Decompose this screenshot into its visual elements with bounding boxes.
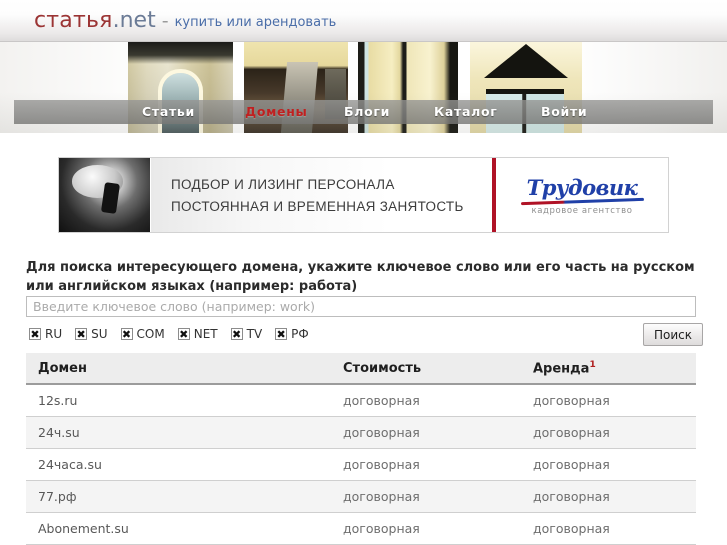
column-header-domain[interactable]: Домен bbox=[26, 353, 331, 386]
cell-price: договорная bbox=[331, 512, 521, 545]
logo-tagline: купить или арендовать bbox=[174, 15, 337, 30]
tld-checkbox-com[interactable]: ✖ COM bbox=[120, 327, 165, 341]
tld-label-com: COM bbox=[136, 327, 165, 341]
nav-item-login[interactable]: Войти bbox=[541, 104, 587, 119]
logo-dash: - bbox=[161, 10, 169, 32]
tld-label-rf: РФ bbox=[291, 327, 309, 341]
column-header-price[interactable]: Стоимость bbox=[331, 353, 521, 386]
cell-rent: договорная bbox=[521, 416, 696, 450]
tld-checkbox-net[interactable]: ✖ NET bbox=[177, 327, 218, 341]
table-row[interactable]: Abonement.su договорная договорная bbox=[26, 512, 696, 545]
checkbox-checked-icon[interactable]: ✖ bbox=[29, 328, 41, 340]
ad-headline-1: ПОДБОР И ЛИЗИНГ ПЕРСОНАЛА bbox=[171, 176, 395, 192]
site-header: статья .net - купить или арендовать bbox=[0, 0, 727, 42]
search-button[interactable]: Поиск bbox=[642, 323, 703, 346]
checkbox-checked-icon[interactable]: ✖ bbox=[275, 328, 288, 340]
nav-item-catalog[interactable]: Каталог bbox=[434, 104, 498, 119]
ad-agency-subtitle: кадровое агентство bbox=[531, 205, 633, 216]
checkbox-checked-icon[interactable]: ✖ bbox=[230, 328, 243, 340]
ad-agency-logo: Трудовик кадровое агентство bbox=[496, 158, 668, 232]
tld-filter-group: ✖ RU ✖ SU ✖ COM ✖ NET ✖ TV ✖ РФ bbox=[29, 327, 309, 341]
table-header-row: Домен Стоимость Аренда1 bbox=[26, 353, 696, 386]
nav-item-blogs[interactable]: Блоги bbox=[344, 104, 390, 119]
cell-domain[interactable]: Abonement.su bbox=[26, 512, 331, 545]
tld-label-ru: RU bbox=[45, 327, 63, 341]
cell-rent: договорная bbox=[521, 384, 696, 418]
nav-item-articles[interactable]: Статьи bbox=[142, 104, 195, 119]
cell-domain[interactable]: 77.рф bbox=[26, 480, 331, 514]
main-navigation: Статьи Домены Блоги Каталог Войти bbox=[14, 100, 713, 124]
cell-price: договорная bbox=[331, 480, 521, 514]
cell-rent: договорная bbox=[521, 512, 696, 545]
nav-item-domains[interactable]: Домены bbox=[245, 104, 308, 119]
logo-main-text: статья bbox=[34, 8, 113, 33]
cell-price: договорная bbox=[331, 448, 521, 482]
tld-label-tv: TV bbox=[246, 327, 263, 341]
checkbox-checked-icon[interactable]: ✖ bbox=[177, 328, 190, 340]
cell-domain[interactable]: 24ч.su bbox=[26, 416, 331, 450]
checkbox-checked-icon[interactable]: ✖ bbox=[120, 328, 133, 340]
ad-headline-2: ПОСТОЯННАЯ И ВРЕМЕННАЯ ЗАНЯТОСТЬ bbox=[171, 198, 464, 214]
table-body: 12s.ru договорная договорная 24ч.su дого… bbox=[26, 384, 696, 545]
cell-domain[interactable]: 24часа.su bbox=[26, 448, 331, 482]
site-logo[interactable]: статья .net - купить или арендовать bbox=[34, 8, 336, 33]
tld-label-su: SU bbox=[91, 327, 108, 341]
tld-checkbox-rf[interactable]: ✖ РФ bbox=[275, 327, 309, 341]
table-row[interactable]: 12s.ru договорная договорная bbox=[26, 384, 696, 418]
ad-agency-name: Трудовик bbox=[526, 174, 638, 200]
logo-tld-text: .net bbox=[112, 8, 156, 33]
domain-results-table: Домен Стоимость Аренда1 12s.ru договорна… bbox=[26, 353, 696, 545]
search-input[interactable] bbox=[26, 296, 696, 317]
cell-domain[interactable]: 12s.ru bbox=[26, 384, 331, 418]
advertisement-banner[interactable]: ПОДБОР И ЛИЗИНГ ПЕРСОНАЛА ПОСТОЯННАЯ И В… bbox=[58, 157, 669, 233]
tld-checkbox-tv[interactable]: ✖ TV bbox=[230, 327, 263, 341]
cell-rent: договорная bbox=[521, 448, 696, 482]
footnote-marker: 1 bbox=[589, 360, 596, 370]
table-header: Домен Стоимость Аренда1 bbox=[26, 353, 696, 386]
hero-banner: Статьи Домены Блоги Каталог Войти bbox=[0, 42, 727, 133]
column-header-rent-label: Аренда bbox=[533, 361, 590, 377]
tld-label-net: NET bbox=[193, 327, 218, 341]
cell-price: договорная bbox=[331, 384, 521, 418]
cell-price: договорная bbox=[331, 416, 521, 450]
table-row[interactable]: 24ч.su договорная договорная bbox=[26, 416, 696, 450]
page-root: статья .net - купить или арендовать Стать… bbox=[0, 0, 727, 545]
tld-checkbox-ru[interactable]: ✖ RU bbox=[29, 327, 62, 341]
ad-photo-woman-on-phone bbox=[59, 158, 151, 232]
tld-checkbox-su[interactable]: ✖ SU bbox=[75, 327, 108, 341]
ad-text-block: ПОДБОР И ЛИЗИНГ ПЕРСОНАЛА ПОСТОЯННАЯ И В… bbox=[151, 158, 492, 232]
cell-rent: договорная bbox=[521, 480, 696, 514]
table-row[interactable]: 24часа.su договорная договорная bbox=[26, 448, 696, 482]
table-row[interactable]: 77.рф договорная договорная bbox=[26, 480, 696, 514]
checkbox-checked-icon[interactable]: ✖ bbox=[75, 328, 88, 340]
column-header-rent[interactable]: Аренда1 bbox=[521, 353, 696, 386]
search-description: Для поиска интересующего домена, укажите… bbox=[26, 260, 695, 294]
